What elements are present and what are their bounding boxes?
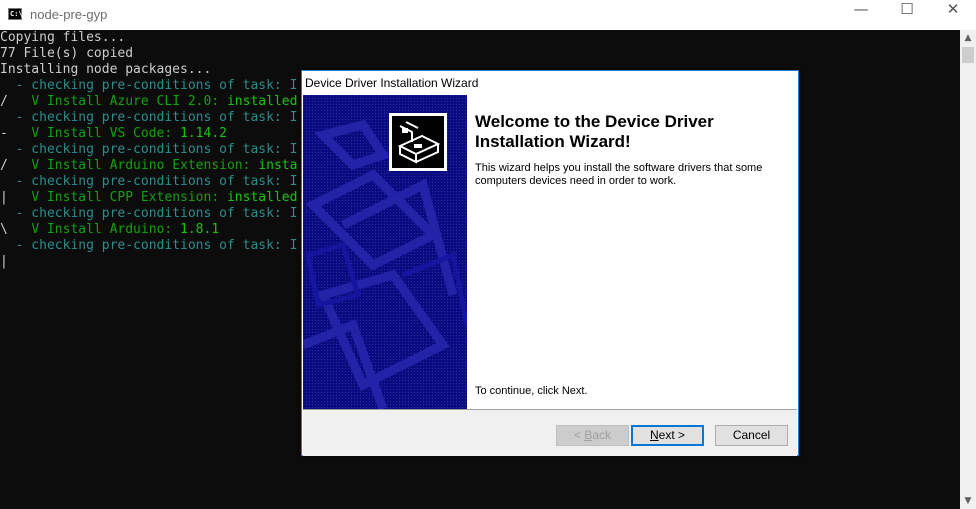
hardware-card-icon xyxy=(389,113,447,171)
console-line: - checking pre-conditions of task: I xyxy=(0,238,298,254)
back-label-prefix: < xyxy=(573,428,585,442)
cancel-button[interactable]: Cancel xyxy=(715,425,788,446)
console-line: - checking pre-conditions of task: I xyxy=(0,78,298,94)
console-line-value: insta xyxy=(250,158,298,173)
console-line-value: 1.8.1 xyxy=(172,222,220,237)
console-line: \ V Install Arduino: 1.8.1 xyxy=(0,222,219,238)
console-line-prefix: / xyxy=(0,94,32,109)
console-line-text: V Install VS Code: xyxy=(31,126,173,141)
console-line: - V Install VS Code: 1.14.2 xyxy=(0,126,227,142)
wizard-heading: Welcome to the Device Driver Installatio… xyxy=(475,112,714,151)
console-line: - checking pre-conditions of task: I xyxy=(0,206,298,222)
console-line-text: - checking pre-conditions of task: I xyxy=(15,174,298,189)
console-line-prefix xyxy=(0,142,16,157)
console-line-prefix xyxy=(0,238,16,253)
scrollbar-thumb[interactable] xyxy=(962,47,974,63)
console-line-prefix: / xyxy=(0,158,32,173)
console-line: | V Install CPP Extension: installed xyxy=(0,190,297,206)
console-line-value: 1.14.2 xyxy=(172,126,227,141)
console-line-prefix: \ xyxy=(0,222,32,237)
console-line-text: Installing node packages... xyxy=(0,62,212,77)
continue-instruction: To continue, click Next. xyxy=(475,385,588,397)
console-line-prefix xyxy=(0,78,16,93)
console-line-prefix xyxy=(0,110,16,125)
console-title-bar: C:\ node-pre-gyp — ☐ ✕ xyxy=(0,0,976,30)
close-button[interactable]: ✕ xyxy=(930,0,976,30)
console-line-text: V Install Azure CLI 2.0: xyxy=(31,94,220,109)
console-line-text: - checking pre-conditions of task: I xyxy=(15,110,298,125)
console-line-text: - checking pre-conditions of task: I xyxy=(15,206,298,221)
console-line-prefix xyxy=(0,174,16,189)
wizard-side-banner xyxy=(303,95,467,409)
console-line-value: installed xyxy=(219,94,298,109)
console-line-value: installed xyxy=(219,190,298,205)
console-line-prefix: - xyxy=(0,126,32,141)
console-cursor: | xyxy=(0,254,8,269)
console-line: - checking pre-conditions of task: I xyxy=(0,110,298,126)
minimize-button[interactable]: — xyxy=(838,0,884,30)
maximize-button[interactable]: ☐ xyxy=(884,0,930,30)
console-window-title: node-pre-gyp xyxy=(30,7,108,22)
console-scrollbar[interactable]: ▲ ▼ xyxy=(960,30,976,509)
console-line: Installing node packages... xyxy=(0,62,211,78)
console-line-text: V Install CPP Extension: xyxy=(31,190,220,205)
console-line: Copying files... xyxy=(0,30,125,46)
console-line: - checking pre-conditions of task: I xyxy=(0,174,298,190)
wizard-description: This wizard helps you install the softwa… xyxy=(475,162,763,187)
console-line: / V Install Azure CLI 2.0: installed xyxy=(0,94,297,110)
back-label-rest: ack xyxy=(592,428,612,442)
console-line: / V Install Arduino Extension: insta xyxy=(0,158,297,174)
dialog-title: Device Driver Installation Wizard xyxy=(305,76,479,90)
scroll-up-arrow-icon[interactable]: ▲ xyxy=(960,30,976,46)
cmd-icon-text: C:\ xyxy=(10,10,23,18)
console-line-text: - checking pre-conditions of task: I xyxy=(15,238,298,253)
wizard-dialog: Device Driver Installation Wizard Welcom… xyxy=(301,70,799,456)
console-line: 77 File(s) copied xyxy=(0,46,133,62)
console-line-text: 77 File(s) copied xyxy=(0,46,134,61)
next-label-rest: ext > xyxy=(658,428,686,442)
console-line-text: V Install Arduino Extension: xyxy=(31,158,251,173)
cmd-icon: C:\ xyxy=(8,8,23,20)
console-line-text: - checking pre-conditions of task: I xyxy=(15,78,298,93)
next-label-access-key: N xyxy=(649,428,659,442)
next-button[interactable]: Next > xyxy=(631,425,704,446)
console-line-text: Copying files... xyxy=(0,30,126,45)
console-line-prefix xyxy=(0,206,16,221)
back-button[interactable]: < Back xyxy=(556,425,629,446)
console-line: - checking pre-conditions of task: I xyxy=(0,142,298,158)
console-line-prefix: | xyxy=(0,190,32,205)
console-line-text: V Install Arduino: xyxy=(31,222,173,237)
dialog-button-bar: < Back Next > Cancel xyxy=(303,409,797,456)
scroll-down-arrow-icon[interactable]: ▼ xyxy=(960,493,976,509)
console-line-text: - checking pre-conditions of task: I xyxy=(15,142,298,157)
